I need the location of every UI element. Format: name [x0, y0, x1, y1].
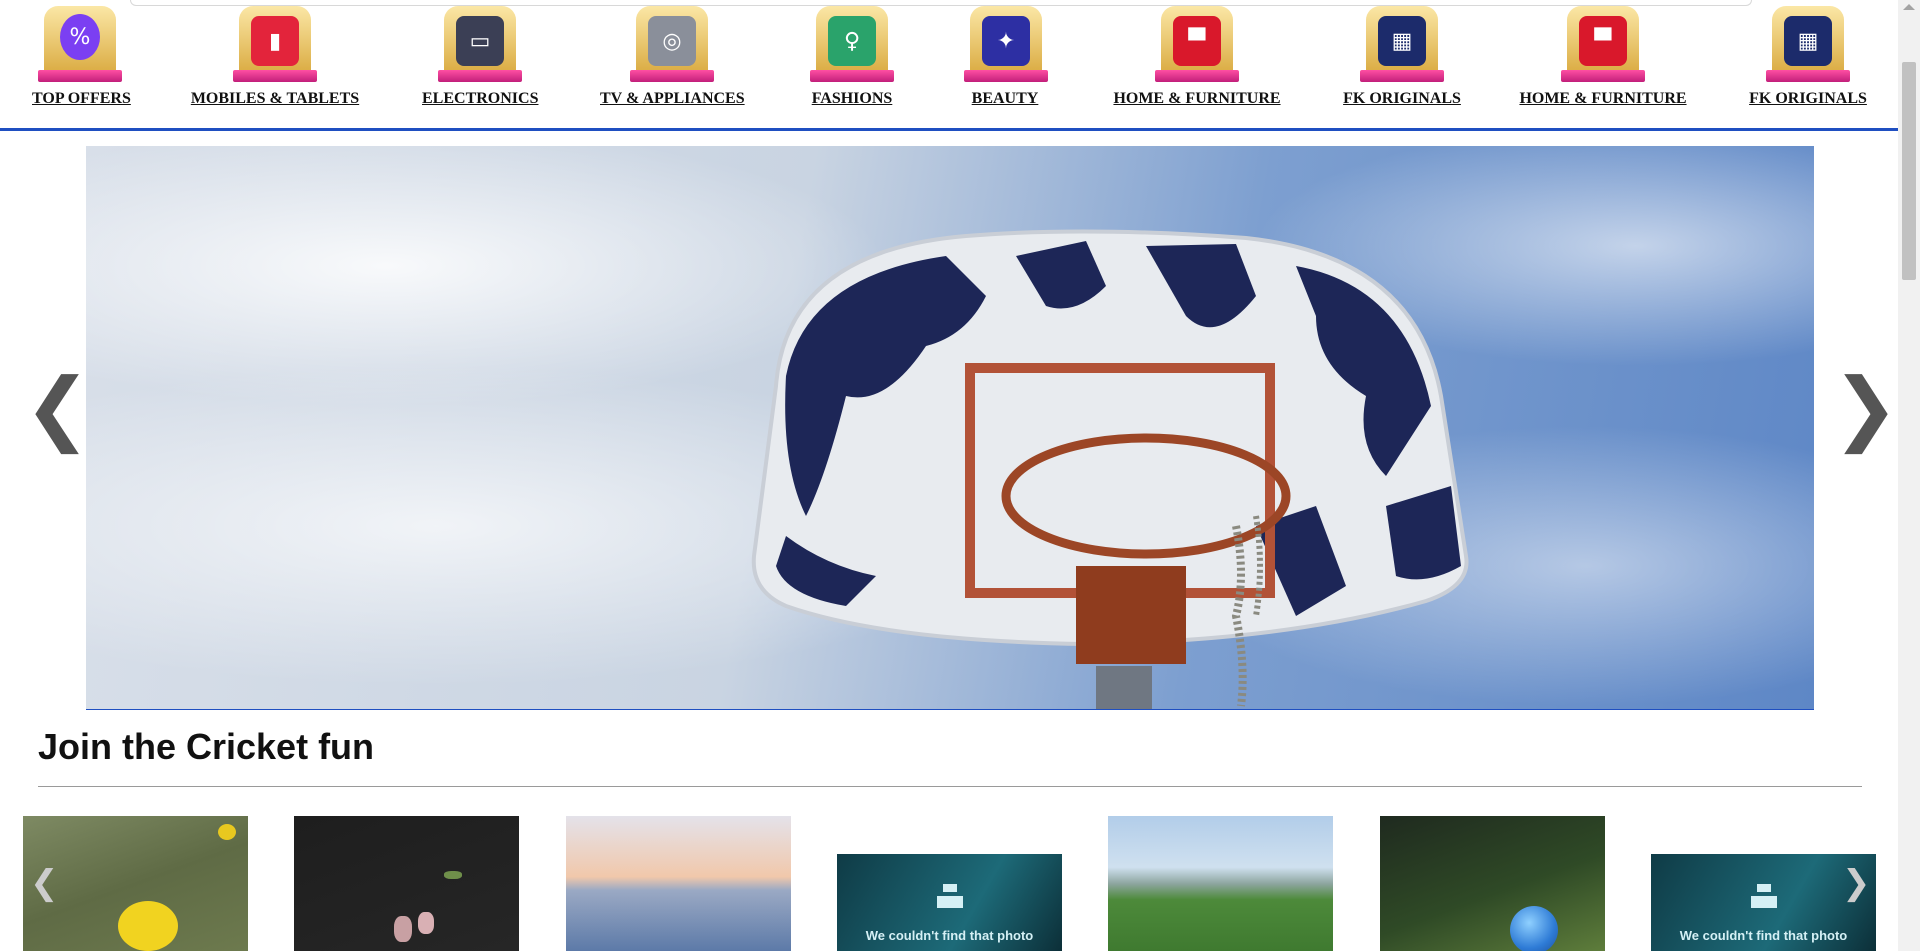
- nav-item-fashions[interactable]: ♀ FASHIONS: [808, 6, 896, 108]
- hero-banner[interactable]: [86, 146, 1814, 710]
- nav-item-beauty[interactable]: ✦ BEAUTY: [964, 6, 1048, 108]
- nav-item-home-furniture-2[interactable]: ▀ HOME & FURNITURE: [1518, 6, 1688, 108]
- fk-originals-icon: ▦: [1766, 6, 1850, 82]
- section-divider: [38, 786, 1862, 787]
- unsplash-logo-icon: [1751, 884, 1777, 908]
- thumbnail-sunset-sea[interactable]: [566, 816, 791, 951]
- laptop-icon: ▭: [438, 6, 522, 82]
- unsplash-logo-icon: [937, 884, 963, 908]
- section-title: Join the Cricket fun: [38, 726, 375, 767]
- category-nav: % TOP OFFERS ▮ MOBILES & TABLETS ▭ ELECT…: [0, 0, 1898, 131]
- hero-prev-arrow[interactable]: ❮: [24, 368, 91, 448]
- washing-machine-icon: ◎: [630, 6, 714, 82]
- nav-label[interactable]: TOP OFFERS: [32, 90, 131, 108]
- nav-item-mobiles-tablets[interactable]: ▮ MOBILES & TABLETS: [190, 6, 360, 108]
- nav-item-top-offers[interactable]: % TOP OFFERS: [32, 6, 131, 108]
- smartphone-icon: ▮: [233, 6, 317, 82]
- nav-label[interactable]: HOME & FURNITURE: [1518, 90, 1688, 108]
- fk-originals-icon: ▦: [1360, 6, 1444, 82]
- armchair-icon: ▀: [1561, 6, 1645, 82]
- nav-label[interactable]: MOBILES & TABLETS: [190, 90, 360, 108]
- not-found-message: We couldn't find that photo: [1679, 928, 1848, 943]
- nav-item-tv-appliances[interactable]: ◎ TV & APPLIANCES: [600, 6, 745, 108]
- not-found-message: We couldn't find that photo: [865, 928, 1034, 943]
- discount-badge-icon: %: [38, 6, 122, 82]
- nav-item-fk-originals-2[interactable]: ▦ FK ORIGINALS: [1746, 6, 1870, 108]
- nav-label[interactable]: ELECTRONICS: [422, 90, 538, 108]
- nav-label[interactable]: BEAUTY: [964, 90, 1046, 108]
- nav-label[interactable]: FK ORIGINALS: [1746, 90, 1870, 108]
- armchair-icon: ▀: [1155, 6, 1239, 82]
- thumbnail-carousel: We couldn't find that photo We couldn't …: [0, 816, 1898, 951]
- nav-label[interactable]: TV & APPLIANCES: [600, 90, 745, 108]
- thumbnail-cricket-field[interactable]: [1108, 816, 1333, 951]
- fashion-couple-icon: ♀: [810, 6, 894, 82]
- beauty-products-icon: ✦: [964, 6, 1048, 82]
- thumbnail-not-found[interactable]: We couldn't find that photo: [837, 854, 1062, 951]
- basketball-hoop-image: [751, 229, 1469, 709]
- nav-item-electronics[interactable]: ▭ ELECTRONICS: [422, 6, 538, 108]
- scrollbar-thumb[interactable]: [1902, 62, 1916, 280]
- nav-label[interactable]: HOME & FURNITURE: [1112, 90, 1282, 108]
- scroll-up-icon[interactable]: [1903, 4, 1915, 10]
- thumbnail-pink-flowers[interactable]: [294, 816, 519, 951]
- nav-label[interactable]: FASHIONS: [808, 90, 896, 108]
- thumbs-prev-arrow[interactable]: ❮: [30, 866, 59, 900]
- thumbs-next-arrow[interactable]: ❯: [1842, 866, 1871, 900]
- hero-next-arrow[interactable]: ❯: [1832, 368, 1899, 448]
- thumbnail-globe-grass[interactable]: [1380, 816, 1605, 951]
- nav-item-home-furniture[interactable]: ▀ HOME & FURNITURE: [1112, 6, 1282, 108]
- nav-label[interactable]: FK ORIGINALS: [1340, 90, 1464, 108]
- nav-item-fk-originals[interactable]: ▦ FK ORIGINALS: [1340, 6, 1464, 108]
